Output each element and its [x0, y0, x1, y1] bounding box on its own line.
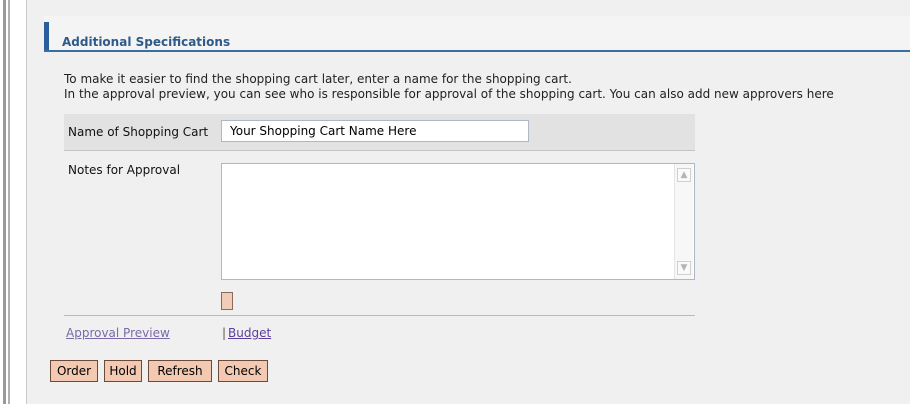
section-title: Additional Specifications: [62, 35, 231, 49]
intro-line-1: To make it easier to find the shopping c…: [64, 72, 572, 86]
notes-scrollbar[interactable]: ▲ ▼: [674, 164, 693, 279]
cart-name-label: Name of Shopping Cart: [68, 125, 209, 139]
order-button[interactable]: Order: [50, 360, 98, 382]
page-frame: Additional Specifications To make it eas…: [0, 0, 910, 404]
notes-row: Notes for Approval ▲ ▼: [64, 151, 695, 316]
link-row: Approval Preview | Budget: [64, 322, 695, 342]
refresh-button[interactable]: Refresh: [148, 360, 212, 382]
chevron-down-icon[interactable]: ▼: [677, 261, 691, 275]
budget-link[interactable]: Budget: [228, 326, 271, 340]
chevron-up-icon[interactable]: ▲: [677, 168, 691, 182]
frame-rule: [3, 0, 6, 404]
cart-name-row: Name of Shopping Cart: [64, 114, 695, 151]
cart-form: Name of Shopping Cart Notes for Approval…: [64, 114, 695, 348]
check-button[interactable]: Check: [218, 360, 268, 382]
notes-textarea[interactable]: [221, 163, 695, 280]
intro-line-2: In the approval preview, you can see who…: [64, 87, 834, 101]
intro-text: To make it easier to find the shopping c…: [64, 72, 910, 102]
main-content: Additional Specifications To make it eas…: [40, 8, 910, 404]
left-frame-border: [0, 0, 27, 404]
additional-specifications-panel: Additional Specifications To make it eas…: [40, 8, 910, 348]
section-header: Additional Specifications: [44, 16, 910, 52]
hold-button[interactable]: Hold: [104, 360, 142, 382]
resize-handle[interactable]: [221, 292, 233, 310]
cart-name-input[interactable]: [221, 120, 529, 142]
link-separator: |: [222, 326, 227, 340]
notes-label: Notes for Approval: [68, 163, 181, 177]
frame-rule-inner: [8, 0, 10, 404]
section-accent-bar: [44, 22, 49, 50]
approval-preview-link[interactable]: Approval Preview: [66, 326, 170, 340]
